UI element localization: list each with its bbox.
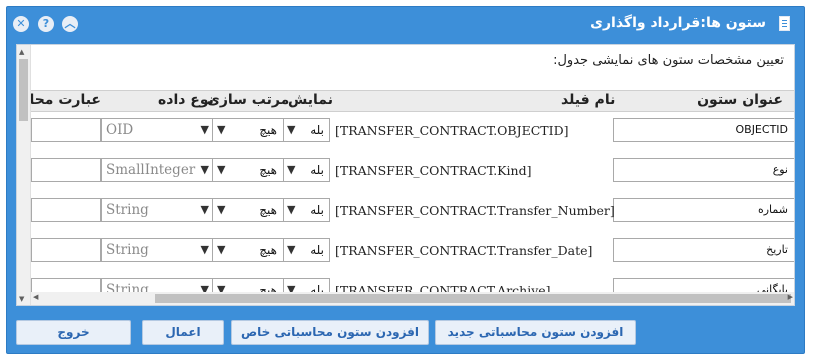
sort-value: هیچ	[259, 203, 277, 217]
sort-select[interactable]: هیچ ▼	[212, 118, 284, 142]
chevron-down-icon: ▼	[200, 163, 209, 176]
header-field-name: نام فیلد	[561, 92, 616, 108]
sort-select[interactable]: هیچ ▼	[212, 198, 284, 222]
column-title-input[interactable]: OBJECTID	[613, 118, 794, 142]
panel-caption: تعیین مشخصات ستون های نمایشی جدول:	[553, 53, 784, 68]
chevron-down-icon: ▼	[217, 203, 226, 216]
vertical-scrollbar[interactable]: ▲ ▼	[17, 45, 31, 305]
chevron-down-icon: ▼	[200, 243, 209, 256]
show-value: بله	[310, 123, 324, 137]
chevron-down-icon: ▼	[287, 123, 296, 136]
dialog-title: ستون ها:قرارداد واگذاری	[590, 15, 766, 31]
header-sort: مرتب سازی	[207, 92, 290, 108]
table-row: تاریخ [TRANSFER_CONTRACT.Transfer_Date] بل…	[31, 238, 794, 278]
column-title-input[interactable]: نوع	[613, 158, 794, 182]
scroll-up-icon[interactable]: ▲	[19, 48, 24, 56]
horizontal-scroll-thumb[interactable]	[155, 294, 791, 303]
table-icon	[779, 16, 790, 31]
add-new-calc-column-button[interactable]: افزودن ستون محاسباتی جدید	[435, 320, 636, 345]
sort-select[interactable]: هیچ ▼	[212, 238, 284, 262]
field-name: [TRANSFER_CONTRACT.Kind]	[335, 163, 532, 178]
expression-input[interactable]	[31, 118, 101, 142]
chevron-down-icon: ▼	[217, 243, 226, 256]
chevron-down-icon: ▼	[287, 163, 296, 176]
data-type-value: OID	[106, 122, 134, 138]
close-icon[interactable]: ✕	[13, 16, 29, 32]
add-special-calc-column-button[interactable]: افزودن ستون محاسباتی خاص	[231, 320, 429, 345]
columns-dialog: ✕ ? ︿ ستون ها:قرارداد واگذاری تعیین مشخص…	[6, 6, 805, 354]
show-select[interactable]: بله ▼	[283, 198, 330, 222]
sort-value: هیچ	[259, 243, 277, 257]
sort-value: هیچ	[259, 123, 277, 137]
header-show: نمایش	[288, 92, 333, 108]
help-icon[interactable]: ?	[38, 16, 54, 32]
data-type-value: String	[106, 242, 149, 258]
table-row: OBJECTID [TRANSFER_CONTRACT.OBJECTID] بله ▼…	[31, 118, 794, 158]
column-title-input[interactable]: شماره	[613, 198, 794, 222]
show-select[interactable]: بله ▼	[283, 158, 330, 182]
exit-button[interactable]: خروج	[16, 320, 131, 345]
field-name: [TRANSFER_CONTRACT.Transfer_Date]	[335, 243, 593, 258]
title-bar[interactable]: ✕ ? ︿ ستون ها:قرارداد واگذاری	[7, 7, 804, 42]
expression-input[interactable]	[31, 158, 101, 182]
column-title-input[interactable]: تاریخ	[613, 238, 794, 262]
data-type-select[interactable]: SmallInteger ▼	[101, 158, 213, 182]
chevron-down-icon: ▼	[200, 203, 209, 216]
sort-select[interactable]: هیچ ▼	[212, 158, 284, 182]
table-row: شماره [TRANSFER_CONTRACT.Transfer_Number]…	[31, 198, 794, 238]
expression-input[interactable]	[31, 198, 101, 222]
data-type-value: SmallInteger	[106, 162, 196, 178]
show-value: بله	[310, 203, 324, 217]
data-type-select[interactable]: OID ▼	[101, 118, 213, 142]
horizontal-scrollbar[interactable]: ◀ ▶	[31, 292, 794, 305]
sort-value: هیچ	[259, 163, 277, 177]
table-row: نوع [TRANSFER_CONTRACT.Kind] بله ▼ هیچ ▼ Small…	[31, 158, 794, 198]
data-type-select[interactable]: String ▼	[101, 198, 213, 222]
scroll-left-icon[interactable]: ◀	[33, 293, 38, 301]
header-column-title: عنوان ستون	[697, 92, 783, 108]
vertical-scroll-thumb[interactable]	[19, 59, 28, 121]
show-value: بله	[310, 163, 324, 177]
chevron-down-icon: ▼	[217, 123, 226, 136]
chevron-down-icon: ▼	[217, 163, 226, 176]
show-value: بله	[310, 243, 324, 257]
scroll-right-icon[interactable]: ▶	[788, 293, 793, 301]
expression-input[interactable]	[31, 238, 101, 262]
chevron-down-icon: ▼	[287, 203, 296, 216]
show-select[interactable]: بله ▼	[283, 118, 330, 142]
columns-panel: تعیین مشخصات ستون های نمایشی جدول: ▲ ▼ ع…	[16, 44, 795, 306]
field-name: [TRANSFER_CONTRACT.Transfer_Number]	[335, 203, 615, 218]
data-type-value: String	[106, 202, 149, 218]
show-select[interactable]: بله ▼	[283, 238, 330, 262]
columns-grid: عنوان ستون نام فیلد نمایش مرتب سازی نوع …	[31, 90, 794, 300]
chevron-down-icon: ▼	[200, 123, 209, 136]
chevron-down-icon: ▼	[287, 243, 296, 256]
apply-button[interactable]: اعمال	[142, 320, 224, 345]
collapse-icon[interactable]: ︿	[62, 16, 78, 32]
header-data-type: نوع داده	[158, 92, 214, 108]
field-name: [TRANSFER_CONTRACT.OBJECTID]	[335, 123, 569, 138]
scroll-down-icon[interactable]: ▼	[19, 295, 24, 303]
data-type-select[interactable]: String ▼	[101, 238, 213, 262]
header-expression: عبارت محاسباتی	[31, 92, 101, 108]
grid-header: عنوان ستون نام فیلد نمایش مرتب سازی نوع …	[31, 90, 794, 112]
